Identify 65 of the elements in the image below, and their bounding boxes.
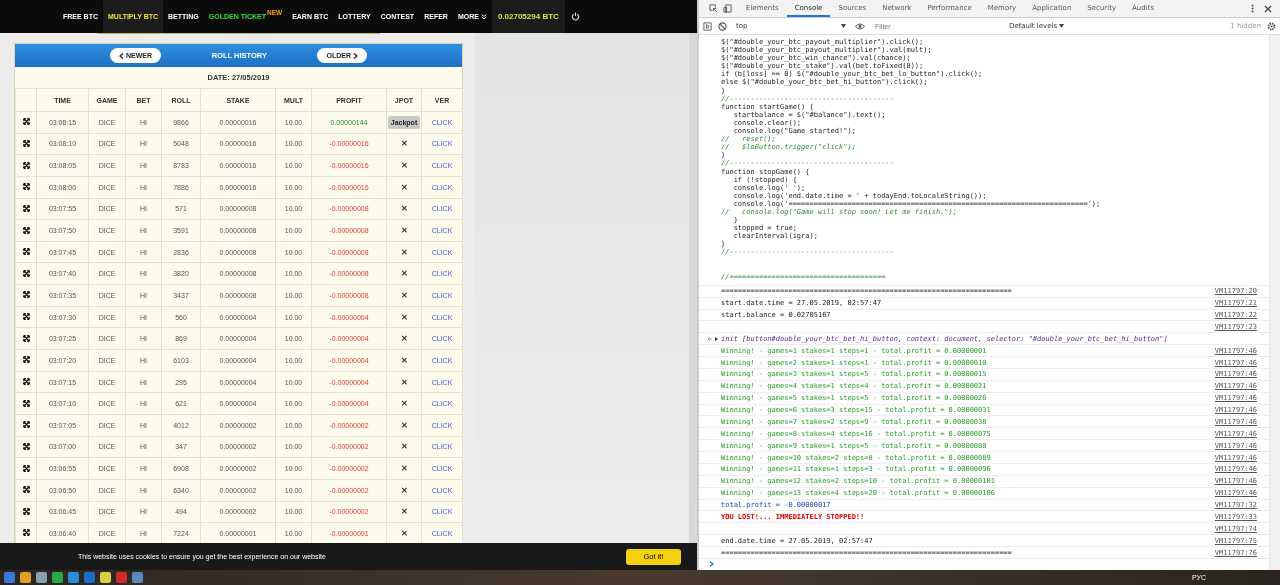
settings-icon [1267,21,1276,31]
taskbar-app-icon[interactable] [4,572,15,583]
no-jackpot-mark: ✕ [400,312,408,322]
crossed-arrows-icon [22,118,30,126]
taskbar-app-icon[interactable] [68,572,79,583]
crossed-arrows-icon [22,183,30,191]
no-jackpot-mark: ✕ [400,464,408,474]
power-icon [570,12,580,21]
crossed-arrows-icon [22,161,30,169]
chevron-left-icon [119,52,124,59]
no-jackpot-mark: ✕ [400,290,408,300]
crossed-arrows-icon [22,399,30,407]
device-icon [723,4,732,13]
crossed-arrows-icon [22,464,30,472]
caret-icon [841,24,846,28]
prompt-icon [709,561,714,568]
chevron-down-icon [480,13,487,20]
chevron-right-icon [353,52,358,59]
inspect-icon [709,4,718,13]
no-jackpot-mark: ✕ [400,334,408,344]
no-jackpot-mark: ✕ [400,529,408,538]
crossed-arrows-icon [22,313,30,321]
taskbar-app-icon[interactable] [116,572,127,583]
no-jackpot-mark: ✕ [400,420,408,430]
no-jackpot-mark: ✕ [400,182,408,192]
sidebar-toggle-icon [703,21,712,31]
no-jackpot-mark: ✕ [400,355,408,365]
no-jackpot-mark: ✕ [400,442,408,452]
expand-arrow-icon [707,335,719,342]
crossed-arrows-icon [22,529,30,537]
no-jackpot-mark: ✕ [400,399,408,409]
no-jackpot-mark: ✕ [400,485,408,495]
crossed-arrows-icon [22,334,30,342]
balance: 0.02705294 BTC [491,0,565,33]
crossed-arrows-icon [22,269,30,277]
clear-icon [718,21,727,31]
crossed-arrows-icon [22,139,30,147]
crossed-arrows-icon [22,378,30,385]
no-jackpot-mark: ✕ [400,507,408,517]
taskbar-app-icon[interactable] [20,572,31,583]
taskbar-app-icon[interactable] [52,572,63,583]
taskbar-app-icon[interactable] [100,572,111,583]
taskbar-app-icon[interactable] [84,572,95,583]
no-jackpot-mark: ✕ [400,247,408,257]
no-jackpot-mark: ✕ [400,226,408,235]
crossed-arrows-icon [22,291,30,299]
no-jackpot-mark: ✕ [400,204,408,214]
crossed-arrows-icon [22,248,30,256]
crossed-arrows-icon [22,442,30,450]
close-icon [1264,4,1272,13]
no-jackpot-mark: ✕ [400,269,408,279]
crossed-arrows-icon [22,421,30,429]
eye-icon [855,22,865,30]
taskbar-app-icon[interactable] [36,572,47,583]
caret-icon [1059,24,1065,28]
no-jackpot-mark: ✕ [400,377,408,387]
no-jackpot-mark: ✕ [400,161,408,171]
crossed-arrows-icon [22,507,30,515]
more-vertical-icon [1251,4,1254,13]
crossed-arrows-icon [22,486,30,494]
taskbar-app-icon[interactable] [132,572,143,583]
crossed-arrows-icon [22,204,30,212]
crossed-arrows-icon [22,356,30,364]
no-jackpot-mark: ✕ [400,139,408,149]
crossed-arrows-icon [22,226,30,234]
